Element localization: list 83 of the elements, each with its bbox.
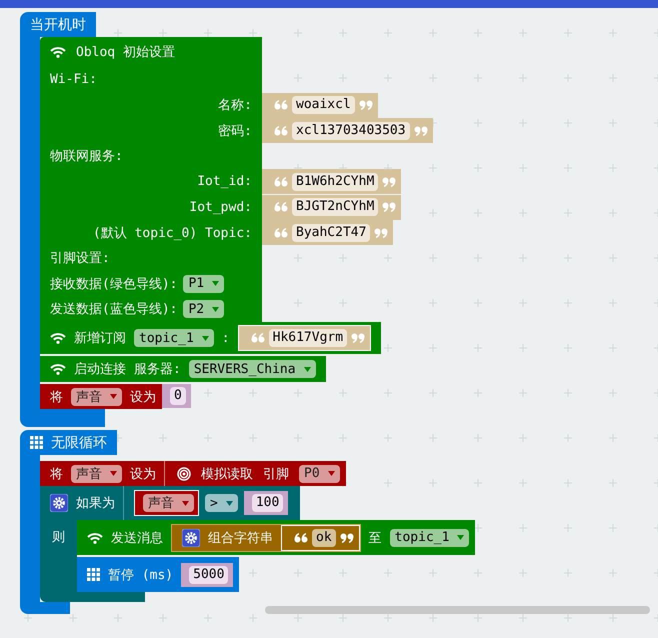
dropdown[interactable]: topic_1 bbox=[390, 528, 470, 546]
section-heading: 引脚设置: bbox=[40, 246, 262, 271]
text-input[interactable]: Hk617Vgrm bbox=[238, 325, 372, 351]
block-label: 暂停 (ms) bbox=[108, 566, 174, 584]
target-icon bbox=[177, 466, 191, 480]
block-label: 发送消息 bbox=[111, 530, 163, 546]
field-label: 密码: bbox=[40, 118, 262, 144]
caret-icon bbox=[328, 471, 335, 476]
wifi-icon bbox=[50, 46, 66, 58]
caret-icon bbox=[304, 366, 311, 372]
text-input[interactable]: woaixcl bbox=[262, 92, 378, 118]
caret-icon bbox=[212, 281, 220, 286]
block-label: 启动连接 bbox=[74, 361, 126, 378]
open-quote-icon bbox=[274, 126, 288, 136]
open-quote-icon bbox=[274, 176, 288, 187]
text-input[interactable]: ok bbox=[281, 524, 360, 550]
close-quote-icon bbox=[351, 333, 366, 343]
block-label: 则 bbox=[52, 529, 65, 547]
block-label: Obloq 初始设置 bbox=[76, 44, 175, 61]
dropdown[interactable]: P0 bbox=[299, 464, 340, 482]
dropdown[interactable]: P1 bbox=[183, 274, 224, 293]
text-input[interactable]: ByahC2T47 bbox=[262, 220, 394, 246]
dropdown[interactable]: P2 bbox=[183, 300, 224, 318]
dropdown[interactable]: 声音 bbox=[71, 388, 122, 406]
block-label: 至 bbox=[368, 530, 382, 546]
gear-icon bbox=[50, 494, 68, 512]
section-heading: 物联网服务: bbox=[40, 144, 262, 169]
text-input[interactable]: xcl13703403503 bbox=[262, 118, 433, 144]
number-input[interactable]: 0 bbox=[162, 384, 191, 408]
field-label: (默认 topic_0) Topic: bbox=[40, 220, 262, 246]
dropdown[interactable]: topic_1 bbox=[134, 329, 214, 347]
block-label: 设为 bbox=[130, 388, 156, 406]
block-label: 模拟读取 bbox=[201, 466, 253, 482]
caret-icon bbox=[212, 306, 220, 312]
open-quote-icon bbox=[250, 333, 265, 343]
block-label: 发送数据(蓝色导线): bbox=[50, 301, 178, 318]
caret-icon bbox=[202, 336, 209, 340]
block-label: 设为 bbox=[130, 466, 156, 482]
open-quote-icon bbox=[274, 228, 288, 238]
close-quote-icon bbox=[340, 532, 354, 542]
open-quote-icon bbox=[274, 202, 288, 212]
grid-icon bbox=[87, 568, 100, 581]
dropdown[interactable]: SERVERS_China bbox=[188, 360, 316, 378]
separator-label: : bbox=[222, 330, 230, 346]
number-input[interactable]: 5000 bbox=[181, 562, 234, 586]
event-hat: 当开机时 bbox=[20, 12, 96, 37]
field-label: Iot_pwd: bbox=[40, 194, 262, 220]
block-label: 无限循环 bbox=[51, 434, 107, 452]
text-input[interactable]: BJGT2nCYhM bbox=[262, 194, 402, 220]
wifi-icon bbox=[50, 363, 66, 375]
close-quote-icon bbox=[414, 126, 428, 136]
text-input[interactable]: B1W6h2CYhM bbox=[262, 169, 402, 194]
field-label: 名称: bbox=[40, 92, 262, 118]
close-quote-icon bbox=[358, 100, 373, 110]
caret-icon bbox=[110, 394, 117, 399]
block-label: 接收数据(绿色导线): bbox=[50, 276, 178, 293]
section-heading: Wi-Fi: bbox=[40, 67, 262, 92]
close-quote-icon bbox=[382, 176, 396, 187]
wifi-icon bbox=[50, 332, 66, 344]
number-input[interactable]: 100 bbox=[244, 491, 288, 515]
close-quote-icon bbox=[382, 202, 396, 212]
wifi-icon bbox=[87, 532, 103, 544]
grid-icon bbox=[30, 436, 43, 449]
caret-icon bbox=[457, 535, 464, 540]
gear-icon bbox=[182, 528, 200, 546]
dropdown[interactable]: 声音 bbox=[71, 464, 122, 482]
block-label: 组合字符串 bbox=[208, 530, 273, 546]
dropdown[interactable]: 声音 bbox=[143, 494, 194, 512]
caret-icon bbox=[182, 500, 189, 506]
block-label: 将 bbox=[50, 466, 63, 482]
block-label: 将 bbox=[50, 388, 63, 406]
block-label: 引脚 bbox=[263, 466, 289, 482]
caret-icon bbox=[226, 500, 233, 506]
caret-icon bbox=[110, 471, 117, 476]
block-label: 新增订阅 bbox=[74, 330, 126, 347]
block-label: 如果为 bbox=[76, 495, 115, 512]
close-quote-icon bbox=[374, 228, 388, 238]
open-quote-icon bbox=[294, 532, 308, 542]
open-quote-icon bbox=[274, 100, 288, 110]
block-label: 服务器: bbox=[134, 361, 181, 378]
scrollbar[interactable] bbox=[265, 606, 650, 614]
dropdown[interactable]: > bbox=[205, 494, 238, 512]
field-label: Iot_id: bbox=[40, 169, 262, 194]
